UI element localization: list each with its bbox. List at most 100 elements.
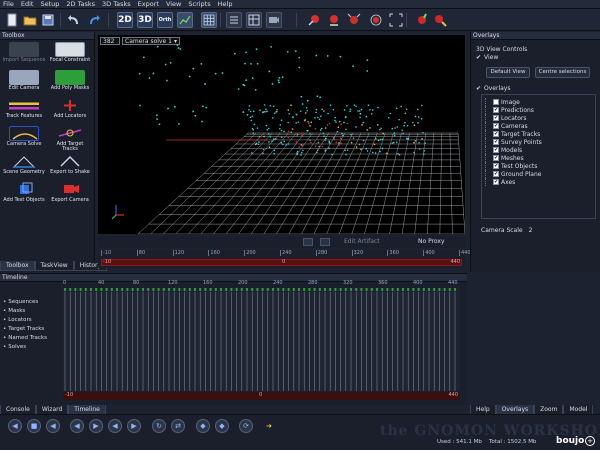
timeline-item-sequences[interactable]: • Sequences <box>3 299 38 305</box>
view-3d-icon[interactable]: 3D <box>137 12 153 28</box>
checkbox[interactable]: ✔ <box>493 107 499 113</box>
tab-toolbox[interactable]: Toolbox <box>0 261 35 271</box>
overlay-item-survey-points[interactable]: ✔ Survey Points <box>485 138 542 146</box>
film-icon <box>9 42 39 57</box>
3d-viewport[interactable]: 382 Camera solve 1 ▾ <box>98 35 465 234</box>
export-arrow-icon[interactable]: ➜ <box>262 419 276 433</box>
magnet-icon[interactable] <box>414 12 430 28</box>
menu-setup[interactable]: Setup <box>40 0 59 8</box>
paint-icon[interactable] <box>326 12 342 28</box>
viewport-frame-ruler[interactable]: -10 80 120 160 200 240 280 320 360 400 440 -10 0 4… <box>98 250 471 268</box>
go-to-start-icon[interactable]: ◀ <box>8 419 22 433</box>
fit-view-icon[interactable] <box>388 12 404 28</box>
tab-taskview[interactable]: TaskView <box>34 261 74 271</box>
overlay-item-models[interactable]: ✔ Models <box>485 146 522 154</box>
table-icon[interactable] <box>246 12 262 28</box>
redo-icon[interactable] <box>86 12 102 28</box>
tracker-icon[interactable] <box>306 12 322 28</box>
checkbox[interactable]: ✔ <box>493 155 499 161</box>
list-icon[interactable] <box>226 12 242 28</box>
centre-selections-button[interactable]: Centre selections <box>535 67 590 78</box>
overlay-item-meshes[interactable]: ✔ Meshes <box>485 154 524 162</box>
overlay-item-target-tracks[interactable]: ✔ Target Tracks <box>485 130 540 138</box>
keyframe-next-icon[interactable]: ◆ <box>215 419 229 433</box>
checkbox[interactable]: ✔ <box>493 163 499 169</box>
undo-icon[interactable] <box>66 12 82 28</box>
view-checkbox[interactable]: ✔ View <box>476 54 498 61</box>
overlays-group[interactable]: ✔ Overlays <box>476 85 510 92</box>
fast-backward-icon[interactable]: ◀ <box>108 419 122 433</box>
tool-export-camera[interactable]: Export Camera <box>48 182 92 208</box>
bounce-icon[interactable]: ⇄ <box>171 419 185 433</box>
overlay-item-image[interactable]: Image <box>485 98 520 106</box>
checkbox[interactable]: ✔ <box>493 131 499 137</box>
overlay-item-predictions[interactable]: ✔ Predictions <box>485 106 534 114</box>
sync-icon[interactable]: ⟳ <box>239 419 253 433</box>
loop-icon[interactable]: ↻ <box>152 419 166 433</box>
zoom-icon[interactable] <box>368 12 384 28</box>
tool-track-features[interactable]: Track Features <box>2 98 46 124</box>
camera-solve-icon[interactable] <box>266 12 282 28</box>
tool-import-sequence[interactable]: Import Sequence <box>2 42 46 68</box>
timeline-tracks[interactable] <box>63 288 460 391</box>
menu-scripts[interactable]: Scripts <box>188 0 210 8</box>
fast-forward-icon[interactable]: ▶ <box>127 419 141 433</box>
save-icon[interactable] <box>40 12 56 28</box>
film-strip-icon[interactable] <box>320 238 330 246</box>
menu-2d-tasks[interactable]: 2D Tasks <box>66 0 95 8</box>
orthographic-icon[interactable]: Orth <box>157 12 173 28</box>
menu-3d-tasks[interactable]: 3D Tasks <box>102 0 131 8</box>
proxy-select[interactable]: No Proxy <box>418 238 445 245</box>
fullscreen-icon[interactable] <box>346 12 362 28</box>
checkbox[interactable]: ✔ <box>493 139 499 145</box>
play-backward-icon[interactable]: ◀ <box>46 419 60 433</box>
timeline-item-named-tracks[interactable]: • Named Tracks <box>3 335 47 341</box>
menu-export[interactable]: Export <box>138 0 159 8</box>
timeline-item-solves[interactable]: • Solves <box>3 344 26 350</box>
checkbox[interactable]: ✔ <box>493 147 499 153</box>
view-2d-icon[interactable]: 2D <box>117 12 133 28</box>
new-file-icon[interactable] <box>4 12 20 28</box>
tool-export-to-shake[interactable]: Export to Shake <box>48 154 92 180</box>
overlay-item-cameras[interactable]: ✔ Cameras <box>485 122 528 130</box>
edit-artifact-label[interactable]: Edit Artifact <box>344 238 380 245</box>
camera-scale-row[interactable]: Camera Scale 2 <box>481 227 532 234</box>
grid-icon[interactable] <box>201 12 217 28</box>
tool-edit-camera[interactable]: Edit Camera <box>2 70 46 96</box>
timeline-scrub-bar[interactable]: -10 0 440 <box>63 392 460 400</box>
camera-view-icon[interactable] <box>303 238 313 246</box>
chart-icon[interactable] <box>177 12 193 28</box>
default-view-button[interactable]: Default View <box>486 67 530 78</box>
timeline-item-target-tracks[interactable]: • Target Tracks <box>3 326 44 332</box>
tool-scene-geometry[interactable]: Scene Geometry <box>2 154 46 180</box>
tool-add-test-objects[interactable]: Add Test Objects <box>2 182 46 208</box>
step-back-icon[interactable]: ◀ <box>70 419 84 433</box>
checkbox[interactable]: ✔ <box>493 179 499 185</box>
overlay-item-test-objects[interactable]: ✔ Test Objects <box>485 162 537 170</box>
tool-add-poly-masks[interactable]: Add Poly Masks <box>48 70 92 96</box>
menu-edit[interactable]: Edit <box>21 0 34 8</box>
stop-icon[interactable]: ■ <box>27 419 41 433</box>
menu-view[interactable]: View <box>166 0 181 8</box>
viewport-scrub-bar[interactable]: -10 0 440 <box>101 259 462 266</box>
open-folder-icon[interactable] <box>22 12 38 28</box>
keyframe-prev-icon[interactable]: ◆ <box>196 419 210 433</box>
tool-focal-constraint[interactable]: Focal Constraint <box>48 42 92 68</box>
checkbox[interactable]: ✔ <box>493 115 499 121</box>
tool-add-locators[interactable]: Add Locators <box>48 98 92 124</box>
checkbox[interactable]: ✔ <box>493 171 499 177</box>
menu-file[interactable]: File <box>3 0 14 8</box>
tool-camera-solve[interactable]: Camera Solve <box>2 126 46 152</box>
overlay-item-ground-plane[interactable]: ✔ Ground Plane <box>485 170 541 178</box>
timeline-item-masks[interactable]: • Masks <box>3 308 25 314</box>
timeline-item-locators[interactable]: • Locators <box>3 317 32 323</box>
camera-scale-value[interactable]: 2 <box>529 227 533 234</box>
menu-help[interactable]: Help <box>218 0 233 8</box>
overlay-item-locators[interactable]: ✔ Locators <box>485 114 527 122</box>
search-icon[interactable] <box>432 12 448 28</box>
checkbox[interactable]: ✔ <box>493 123 499 129</box>
checkbox[interactable] <box>493 99 499 105</box>
overlay-item-axes[interactable]: ✔ Axes <box>485 178 515 186</box>
play-icon[interactable]: ▶ <box>89 419 103 433</box>
tool-add-target-tracks[interactable]: Add Target Tracks <box>48 126 92 152</box>
